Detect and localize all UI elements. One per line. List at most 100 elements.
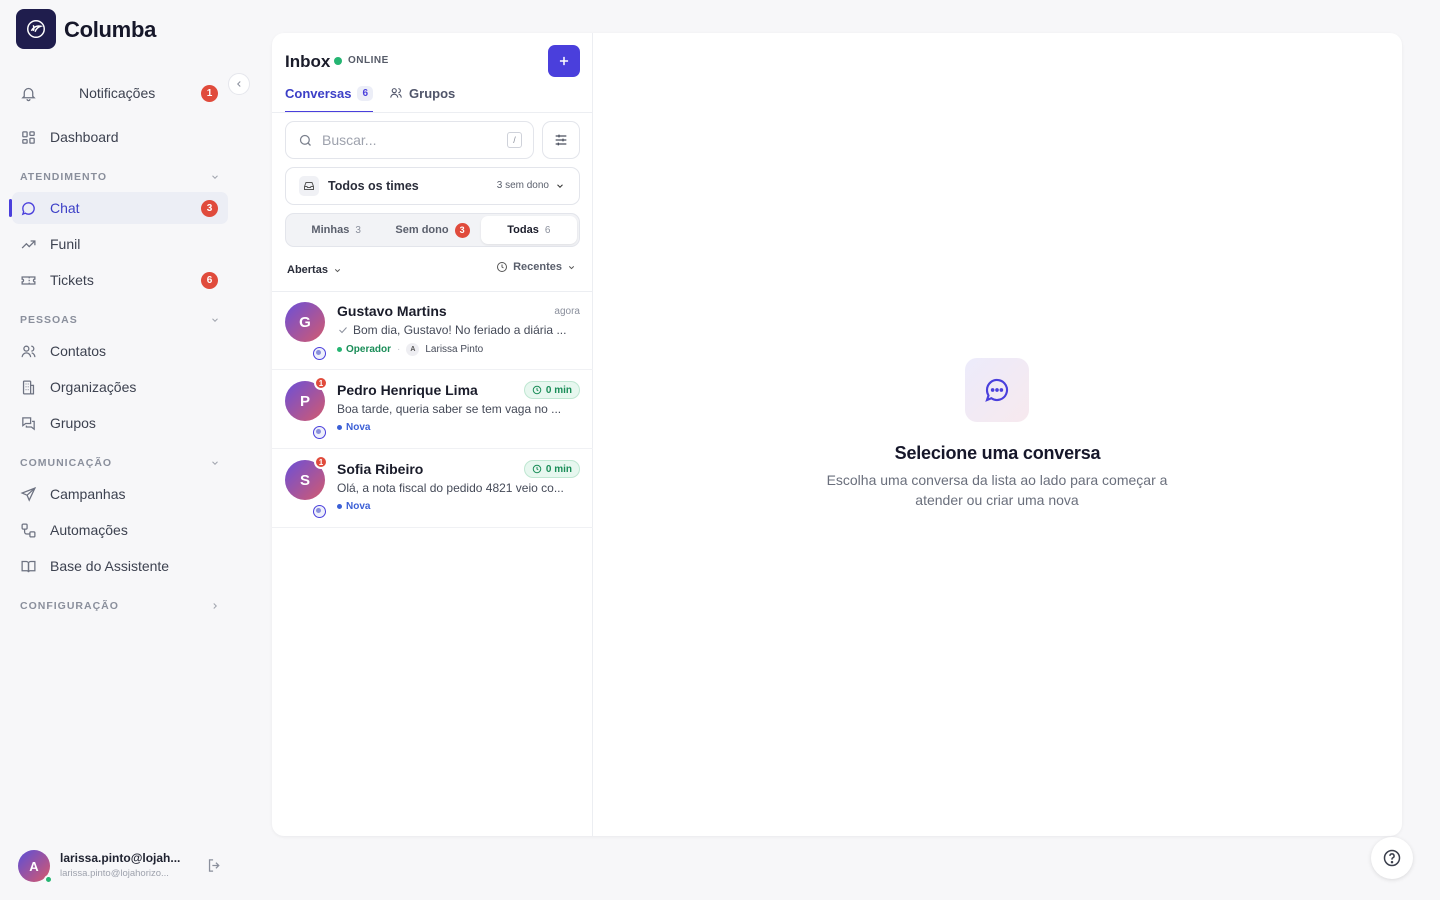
clock-icon <box>532 464 542 474</box>
status-tag: Nova <box>337 422 370 433</box>
sidebar-item-funil[interactable]: Funil <box>12 228 228 260</box>
conversation-meta: Nova <box>337 422 370 433</box>
conversation-item[interactable]: G Gustavo Martins agora Bom dia, Gustavo… <box>272 292 593 370</box>
filter-label: Todas <box>507 224 539 236</box>
help-button[interactable] <box>1371 837 1413 879</box>
sidebar-item-grupos[interactable]: Grupos <box>12 407 228 439</box>
sidebar-item-chat[interactable]: Chat 3 <box>9 192 228 224</box>
filter-label: Minhas <box>311 224 350 236</box>
empty-state: Selecione uma conversa Escolha uma conve… <box>593 33 1402 836</box>
check-icon <box>339 327 347 334</box>
last-message: Olá, a nota fiscal do pedido 4821 veio c… <box>337 481 582 495</box>
app-name: Columba <box>64 17 157 42</box>
app-logo[interactable] <box>16 9 56 49</box>
avatar-initial: A <box>29 858 39 874</box>
sidebar-item-contatos[interactable]: Contatos <box>12 335 228 367</box>
avatar-initial: G <box>299 313 311 331</box>
search-icon <box>299 134 311 146</box>
section-configuracao[interactable]: CONFIGURAÇÃO <box>20 600 220 612</box>
section-title: CONFIGURAÇÃO <box>20 600 119 612</box>
clock-icon <box>497 262 508 272</box>
filter-count: 6 <box>544 224 551 236</box>
section-title: PESSOAS <box>20 314 78 326</box>
sort-dropdown[interactable]: Recentes <box>496 261 576 273</box>
trending-up-icon <box>18 234 38 254</box>
sidebar-item-label: Contatos <box>50 343 107 359</box>
sidebar-item-tickets[interactable]: Tickets 6 <box>12 264 228 296</box>
sidebar-item-label: Funil <box>50 236 81 252</box>
divider <box>272 112 593 113</box>
section-atendimento[interactable]: ATENDIMENTO <box>20 171 220 183</box>
book-open-icon <box>18 556 38 576</box>
avatar: G <box>285 302 325 342</box>
sidebar-item-notifications[interactable]: Notificações 1 <box>12 77 228 109</box>
unread-badge: 1 <box>314 455 328 469</box>
chevron-down-icon <box>568 265 575 269</box>
bell-icon <box>18 83 38 103</box>
clock-icon <box>532 385 542 395</box>
section-pessoas[interactable]: PESSOAS <box>20 314 220 326</box>
new-conversation-button[interactable] <box>548 45 580 77</box>
filter-todas[interactable]: Todas 6 <box>480 216 577 244</box>
main-panel: Inbox ONLINE Conversas 6 Grupos / T <box>272 33 1402 836</box>
section-title: COMUNICAÇÃO <box>20 457 113 469</box>
team-select-value: Todos os times <box>328 179 419 193</box>
inbox-title: Inbox <box>285 52 331 71</box>
avatar-initial: S <box>299 471 310 489</box>
message-preview: Boa tarde, queria saber se tem vaga no .… <box>337 402 562 416</box>
tab-label: Conversas <box>285 86 352 101</box>
message-preview: Olá, a nota fiscal do pedido 4821 veio c… <box>337 481 564 495</box>
conversation-time: agora <box>554 306 580 317</box>
conversation-list-panel: Inbox ONLINE Conversas 6 Grupos / T <box>272 33 593 836</box>
channel-icon <box>313 505 326 518</box>
section-comunicacao[interactable]: COMUNICAÇÃO <box>20 457 220 469</box>
online-status: ONLINE <box>334 55 389 66</box>
conversation-item[interactable]: S 1 Sofia Ribeiro 0 min Olá, a nota fisc… <box>272 450 593 528</box>
filter-button[interactable] <box>542 121 580 159</box>
sidebar-item-automacoes[interactable]: Automações <box>12 514 228 546</box>
search-input[interactable] <box>322 132 492 148</box>
avatar-initial: P <box>299 392 310 410</box>
collapse-sidebar-button[interactable] <box>228 73 250 95</box>
status-tag: Operador <box>337 344 391 355</box>
conversation-meta: Operador · A Larissa Pinto <box>337 343 483 356</box>
filter-minhas[interactable]: Minhas 3 <box>288 216 384 244</box>
chevron-down-icon <box>334 268 341 272</box>
agent-avatar: A <box>406 343 420 356</box>
user-profile[interactable]: A larissa.pinto@lojah... larissa.pinto@l… <box>16 848 231 884</box>
conversation-meta: Nova <box>337 501 370 512</box>
messages-square-icon <box>18 413 38 433</box>
logout-button[interactable] <box>206 857 223 874</box>
status-tag: Nova <box>337 501 370 512</box>
sidebar-item-base-assistente[interactable]: Base do Assistente <box>12 550 228 582</box>
conversation-item[interactable]: P 1 Pedro Henrique Lima 0 min Boa tarde,… <box>272 371 593 449</box>
status-filter-dropdown[interactable]: Abertas <box>287 264 342 276</box>
inbox-icon <box>299 176 319 196</box>
filter-sem-dono[interactable]: Sem dono 3 <box>384 216 480 244</box>
search-box[interactable]: / <box>285 121 534 159</box>
sidebar-item-organizacoes[interactable]: Organizações <box>12 371 228 403</box>
tab-grupos[interactable]: Grupos <box>389 86 455 113</box>
inbox-tabs: Conversas 6 Grupos <box>285 86 471 113</box>
sidebar-item-label: Notificações <box>79 85 156 101</box>
tab-count: 6 <box>357 86 374 101</box>
sidebar-item-label: Tickets <box>50 272 94 288</box>
team-select[interactable]: Todos os times 3 sem dono <box>285 167 580 205</box>
sidebar-item-dashboard[interactable]: Dashboard <box>12 121 228 153</box>
tag-dot <box>337 347 342 352</box>
channel-icon <box>313 426 326 439</box>
user-name: larissa.pinto@lojah... <box>60 851 181 865</box>
sort-value: Recentes <box>513 261 562 273</box>
message-preview: Bom dia, Gustavo! No feriado a diária ..… <box>353 323 567 337</box>
tab-conversas[interactable]: Conversas 6 <box>285 86 374 113</box>
sidebar-item-label: Base do Assistente <box>50 558 170 574</box>
online-status-dot <box>44 875 53 884</box>
filter-count: 3 <box>355 224 361 236</box>
tag-dot <box>337 504 342 509</box>
contact-name: Pedro Henrique Lima <box>337 382 478 398</box>
tag-label: Nova <box>346 501 371 512</box>
sidebar-item-campanhas[interactable]: Campanhas <box>12 478 228 510</box>
users-icon <box>390 88 402 98</box>
chat-badge: 3 <box>201 200 218 217</box>
user-email: larissa.pinto@lojahorizo... <box>60 868 169 879</box>
